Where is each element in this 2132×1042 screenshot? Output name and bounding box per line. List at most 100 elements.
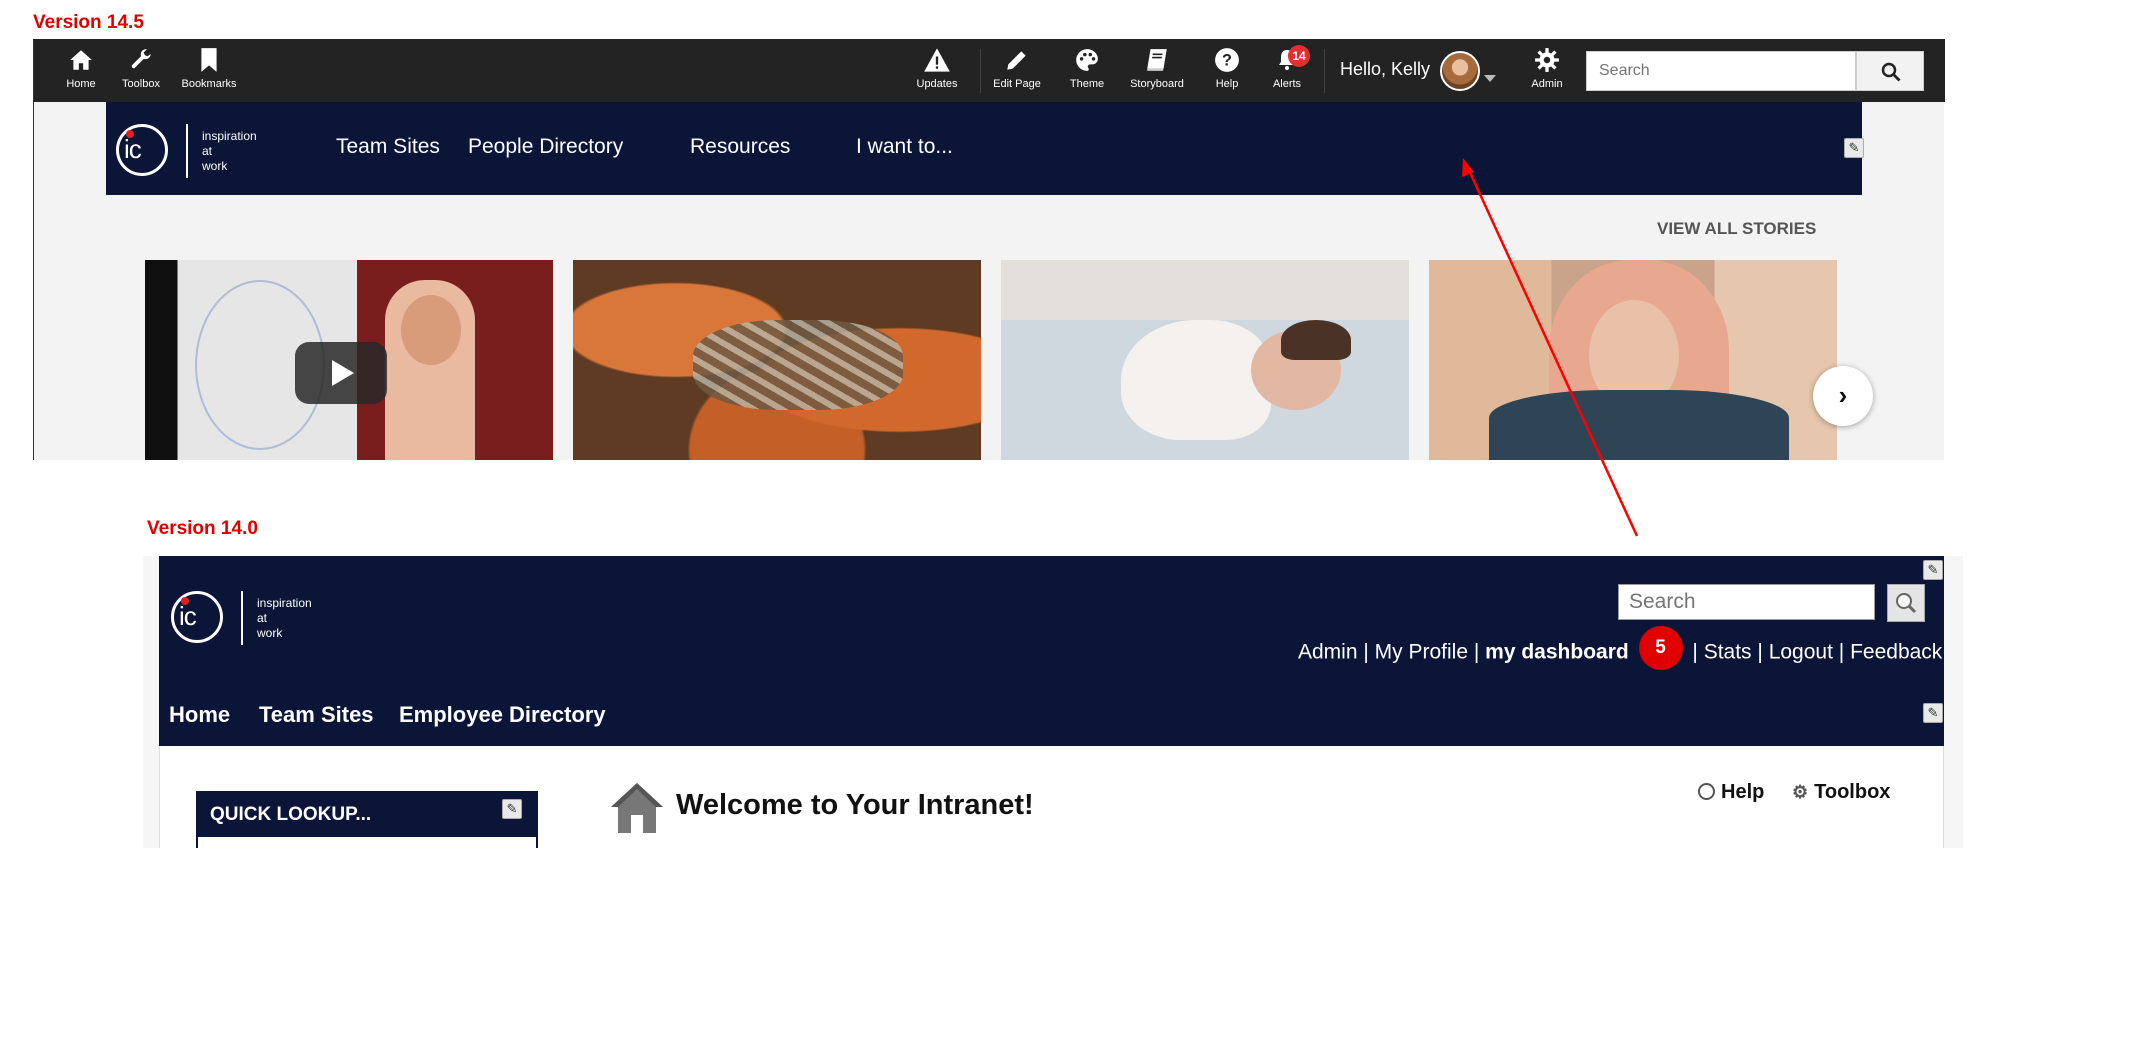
nav-i-want-to[interactable]: I want to...: [856, 135, 953, 159]
story-tile-baby[interactable]: [1001, 260, 1409, 460]
logo-tagline-line: inspiration: [202, 129, 257, 143]
story-tile-video[interactable]: [145, 260, 553, 460]
palette-icon: [1052, 47, 1122, 75]
toolbar-toolbox[interactable]: Toolbox: [106, 47, 176, 90]
toolbar-bookmarks-label: Bookmarks: [181, 78, 237, 90]
warning-icon: [902, 47, 972, 75]
edit-pencil-icon[interactable]: ✎: [502, 799, 522, 819]
link-my-dashboard[interactable]: my dashboard: [1485, 641, 1629, 664]
toolbar-divider: [980, 49, 981, 93]
logo-tagline-line: inspiration: [257, 596, 312, 610]
nav-home[interactable]: Home: [169, 702, 230, 728]
nav-team-sites[interactable]: Team Sites: [259, 702, 374, 728]
edit-pencil-icon[interactable]: ✎: [1923, 560, 1943, 580]
link-my-profile[interactable]: My Profile: [1375, 641, 1468, 664]
page-title: Welcome to Your Intranet!: [676, 789, 1034, 821]
logo-mark: ic: [179, 601, 197, 631]
pencil-icon: [982, 47, 1052, 75]
logo-tagline-line: work: [202, 159, 228, 173]
home-icon: [611, 783, 663, 833]
toolbar-updates[interactable]: Updates: [902, 47, 972, 90]
link-stats[interactable]: Stats: [1704, 641, 1752, 664]
nav-resources[interactable]: Resources: [690, 135, 790, 159]
woman-jacket: [1489, 390, 1789, 460]
nav-employee-directory[interactable]: Employee Directory: [399, 702, 606, 728]
nav-people-directory[interactable]: People Directory: [468, 135, 623, 159]
link-admin[interactable]: Admin: [1298, 641, 1358, 664]
edit-pencil-icon[interactable]: ✎: [1923, 703, 1943, 723]
baby-body: [1121, 320, 1271, 440]
link-separator: |: [1473, 640, 1486, 664]
toolbar-alerts-label: Alerts: [1272, 78, 1302, 90]
wrench-icon: [106, 47, 176, 75]
quick-lookup-panel-header: QUICK LOOKUP... ✎: [196, 791, 538, 837]
main-navigation-bar: ic inspiration at work Team Sites People…: [106, 102, 1864, 195]
help-label: Help: [1721, 781, 1765, 803]
search-input[interactable]: [1586, 51, 1856, 91]
gear-icon: [1512, 47, 1582, 75]
logo-mark: ic: [124, 134, 142, 164]
alerts-count-badge: 14: [1288, 45, 1310, 67]
toolbar-theme-label: Theme: [1069, 78, 1105, 90]
toolbar-edit-page-label: Edit Page: [993, 78, 1041, 90]
story-tile-woman[interactable]: [1429, 260, 1837, 460]
logo-tagline: inspiration at work: [202, 129, 257, 174]
logo-tagline-line: at: [257, 611, 268, 625]
link-logout[interactable]: Logout: [1769, 641, 1833, 664]
search-icon: [1881, 62, 1901, 82]
toolbar-theme[interactable]: Theme: [1052, 47, 1122, 90]
toolbar-alerts[interactable]: 14 Alerts: [1252, 45, 1322, 90]
link-separator: |: [1838, 640, 1851, 664]
version-14-5-label: Version 14.5: [33, 12, 144, 33]
search-button[interactable]: [1887, 584, 1925, 622]
baby-hair: [1281, 320, 1351, 360]
search-input[interactable]: [1618, 584, 1875, 620]
gear-icon: ⚙: [1792, 782, 1809, 802]
edit-pencil-icon[interactable]: ✎: [1844, 138, 1864, 158]
speaker-head: [401, 295, 461, 365]
logo-divider: [241, 591, 243, 645]
link-separator: |: [1757, 640, 1769, 664]
help-link[interactable]: Help: [1698, 781, 1764, 804]
bell-icon: [1252, 47, 1322, 75]
user-avatar[interactable]: [1440, 51, 1480, 91]
quick-lookup-title: QUICK LOOKUP...: [210, 804, 372, 825]
carousel-next-chevron-icon[interactable]: ›: [1813, 366, 1873, 426]
toolbar-storyboard[interactable]: Storyboard: [1122, 47, 1192, 90]
toolbar-edit-page[interactable]: Edit Page: [982, 47, 1052, 90]
story-tile-pumpkins[interactable]: [573, 260, 981, 460]
search-button[interactable]: [1856, 51, 1924, 91]
logo-tagline: inspiration at work: [257, 596, 312, 641]
search-icon: [1896, 593, 1917, 614]
link-separator: |: [1363, 640, 1375, 664]
top-toolbar: Home Toolbox Bookmarks Updates Edit Page…: [34, 39, 1945, 102]
link-separator: |: [1692, 640, 1704, 664]
toolbar-admin-label: Admin: [1531, 78, 1563, 90]
svg-text:?: ?: [1222, 51, 1232, 69]
view-all-stories-link[interactable]: VIEW ALL STORIES: [1657, 219, 1816, 239]
toolbar-updates-label: Updates: [916, 78, 958, 90]
toolbar-divider: [1324, 49, 1325, 93]
greeting-text: Hello, Kelly: [1340, 59, 1431, 79]
toolbar-bookmarks[interactable]: Bookmarks: [174, 47, 244, 90]
logo-tagline-line: work: [257, 626, 283, 640]
pumpkin-stems: [693, 320, 903, 410]
version-14-0-label: Version 14.0: [147, 518, 258, 539]
user-links: Admin | My Profile | my dashboard 5 | St…: [1298, 626, 1942, 670]
toolbar-admin[interactable]: Admin: [1512, 47, 1582, 90]
toolbar-toolbox-label: Toolbox: [122, 78, 160, 90]
user-menu-chevron-down-icon[interactable]: [1484, 75, 1496, 82]
header-bar: ic inspiration at work ✎ Admin | My Prof…: [159, 556, 1944, 746]
dashboard-count-badge: 5: [1638, 626, 1683, 670]
video-play-icon[interactable]: [295, 342, 387, 404]
logo-divider: [186, 124, 188, 178]
link-feedback[interactable]: Feedback: [1850, 641, 1942, 664]
nav-team-sites[interactable]: Team Sites: [336, 135, 440, 159]
version-14-0-screenshot: ic inspiration at work ✎ Admin | My Prof…: [143, 556, 1963, 848]
bookmark-icon: [174, 47, 244, 75]
quick-lookup-panel-body: [196, 837, 538, 848]
book-icon: [1122, 47, 1192, 75]
toolbar-storyboard-label: Storyboard: [1130, 78, 1184, 90]
toolbox-link[interactable]: ⚙ Toolbox: [1792, 781, 1890, 804]
logo-tagline-line: at: [202, 144, 213, 158]
